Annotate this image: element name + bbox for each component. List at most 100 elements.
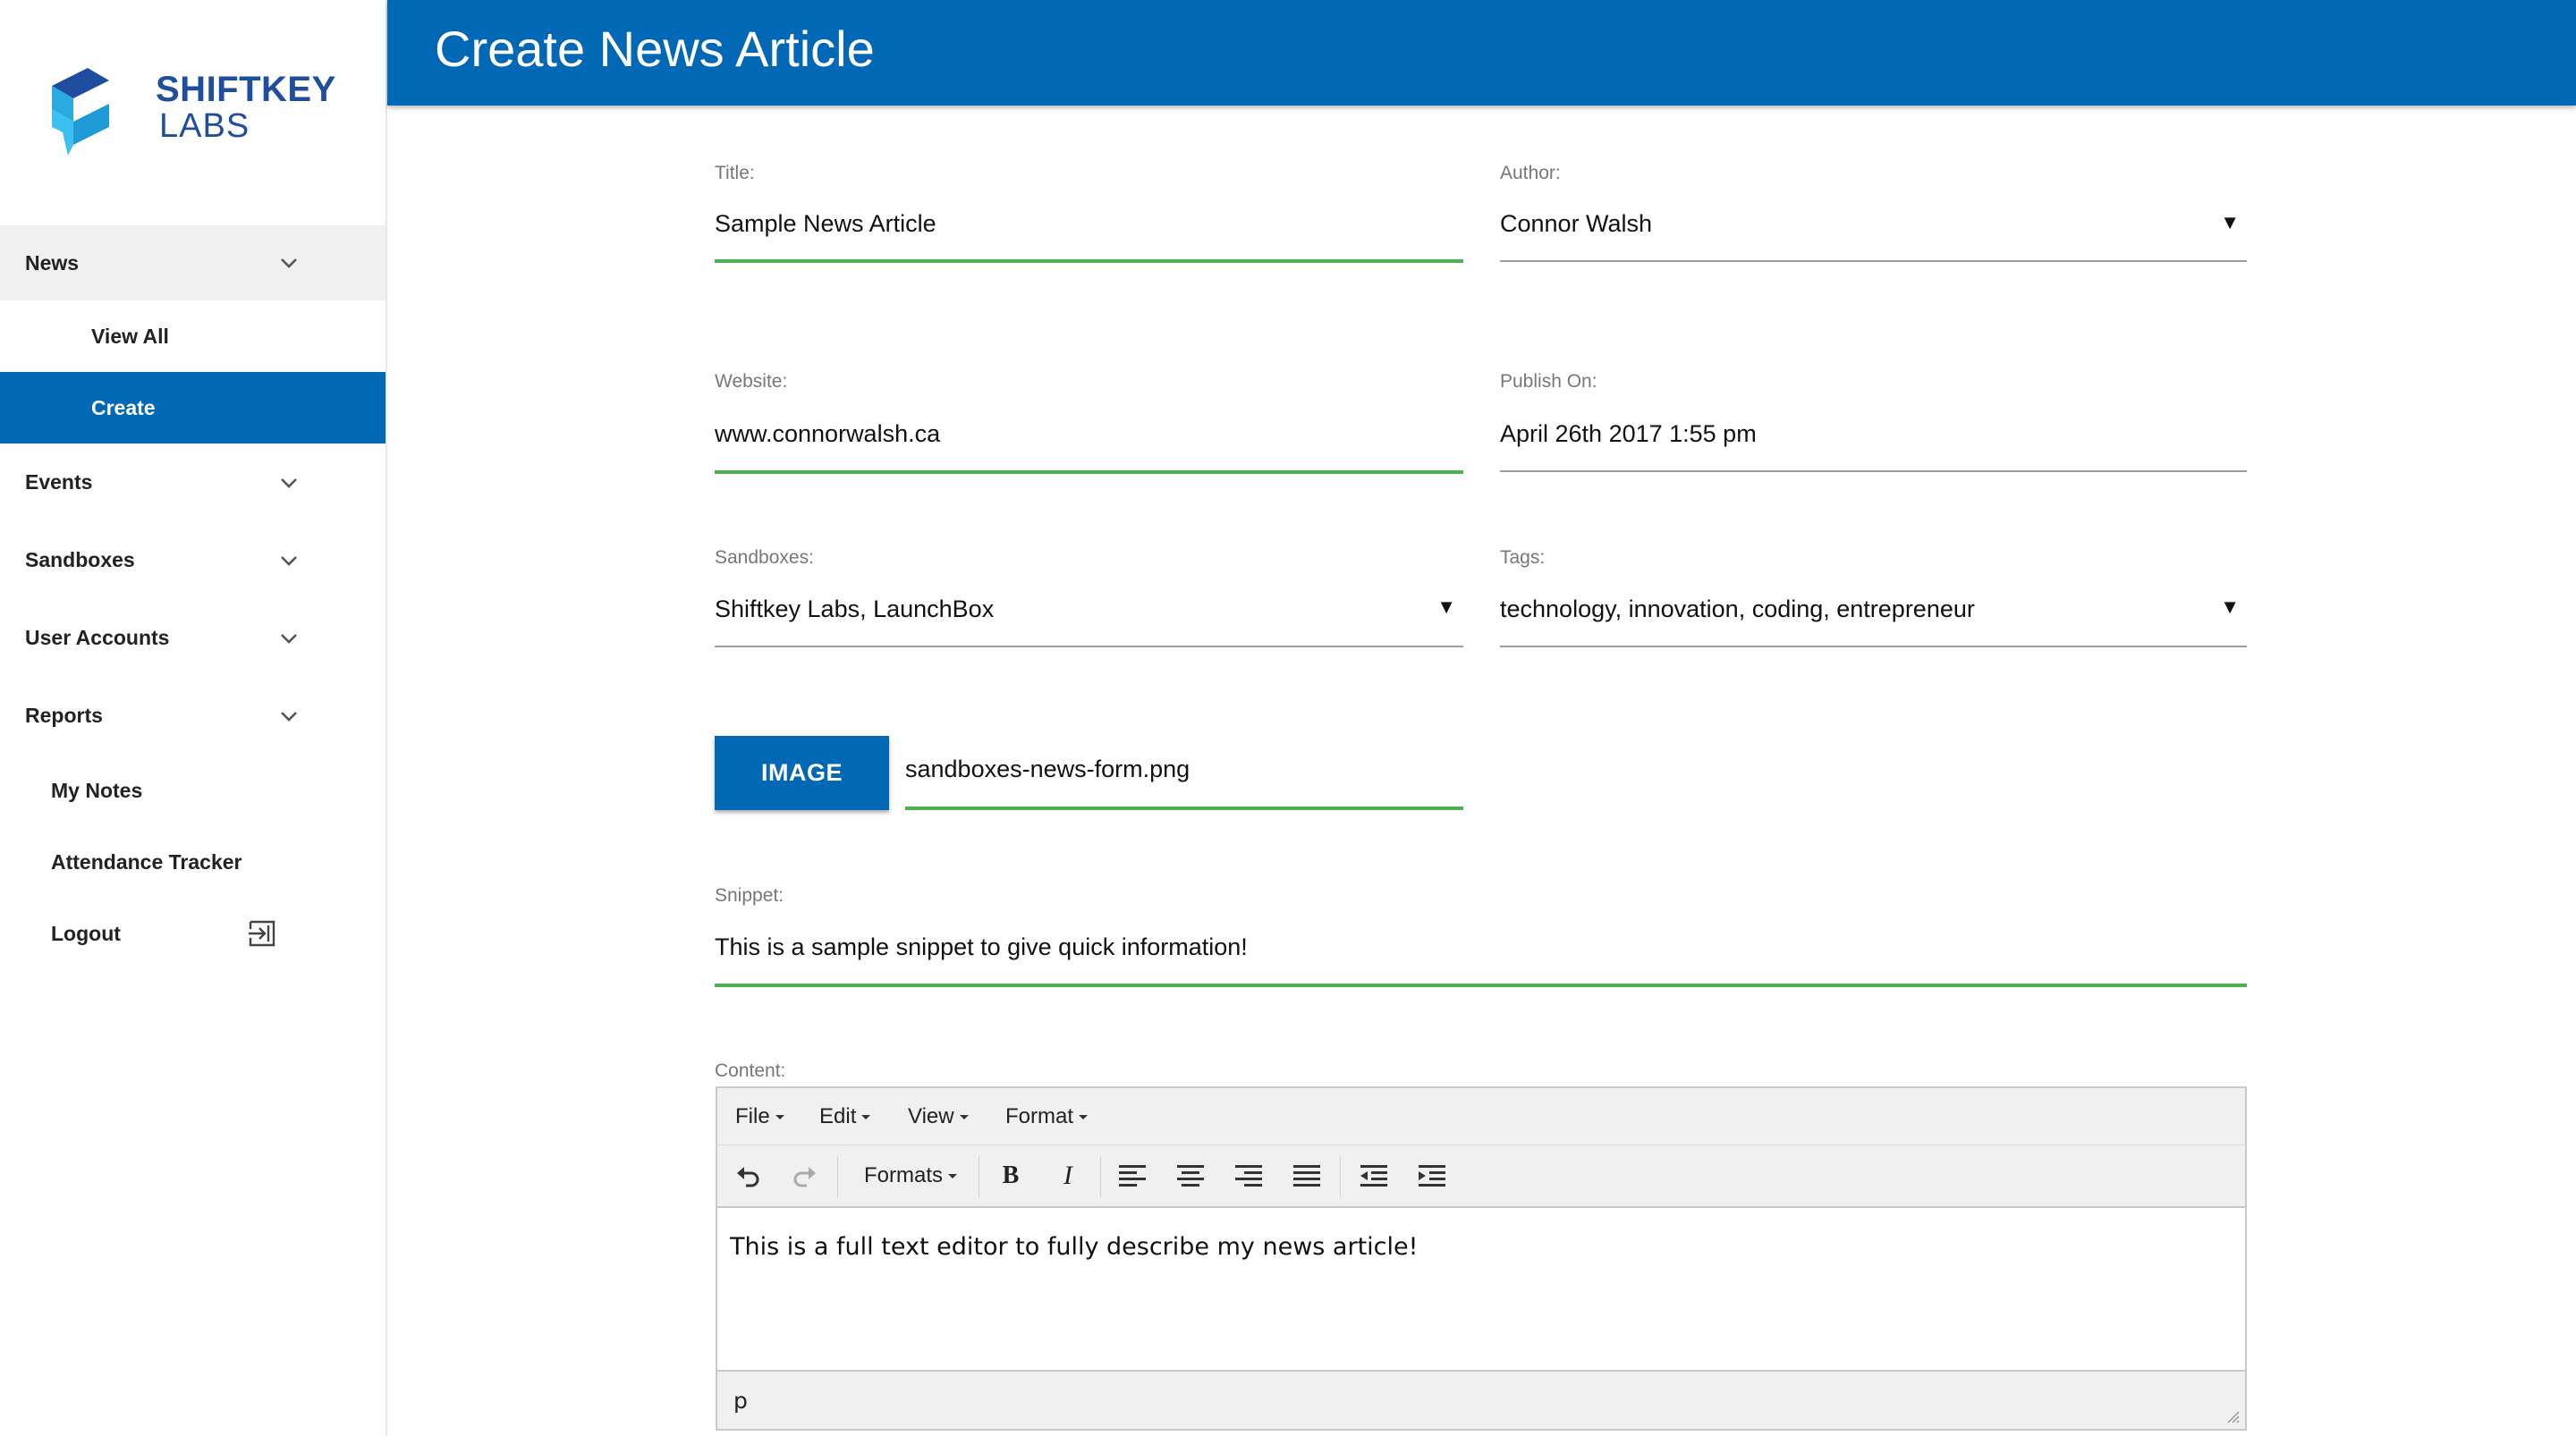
- image-filename-underline: [905, 807, 1463, 810]
- sidebar-item-label: Events: [25, 470, 93, 494]
- snippet-field[interactable]: Snippet: This is a sample snippet to giv…: [715, 885, 2247, 989]
- author-select[interactable]: Author: Connor Walsh ▼: [1500, 163, 2247, 265]
- brand-name: SHIFTKEY: [156, 70, 336, 109]
- resize-handle-icon[interactable]: [2224, 1407, 2240, 1423]
- sandboxes-underline: [715, 646, 1463, 647]
- editor-content-area[interactable]: This is a full text editor to fully desc…: [730, 1233, 1418, 1261]
- chevron-down-icon: [281, 477, 297, 488]
- caret-down-icon: [861, 1115, 871, 1120]
- sandboxes-label: Sandboxes:: [715, 547, 814, 568]
- undo-icon[interactable]: [732, 1160, 764, 1192]
- sidebar-item-label: Reports: [25, 704, 103, 727]
- sidebar-item-user-accounts[interactable]: User Accounts: [0, 599, 386, 677]
- content-label: Content:: [715, 1060, 786, 1081]
- caret-down-icon: [948, 1173, 957, 1178]
- menu-format-label: Format: [1005, 1104, 1074, 1128]
- bold-button[interactable]: B: [995, 1160, 1027, 1192]
- dropdown-arrow-icon[interactable]: ▼: [2220, 211, 2240, 234]
- page-header: Create News Article: [387, 0, 2576, 106]
- image-upload-button[interactable]: IMAGE: [715, 736, 889, 810]
- outdent-icon[interactable]: [1358, 1160, 1390, 1192]
- element-path[interactable]: p: [733, 1388, 748, 1414]
- author-label: Author:: [1500, 163, 1561, 183]
- sidebar-item-create[interactable]: Create: [0, 372, 386, 443]
- author-value[interactable]: Connor Walsh: [1500, 210, 1652, 238]
- snippet-underline: [715, 984, 2247, 987]
- title-underline: [715, 259, 1463, 263]
- sandboxes-value[interactable]: Shiftkey Labs, LaunchBox: [715, 596, 994, 623]
- editor-menubar: File Edit View Format: [717, 1088, 2245, 1145]
- author-underline: [1500, 260, 2247, 262]
- website-input[interactable]: www.connorwalsh.ca: [715, 420, 940, 448]
- title-input[interactable]: Sample News Article: [715, 210, 936, 238]
- website-underline: [715, 470, 1463, 474]
- title-field[interactable]: Title: Sample News Article: [715, 163, 1463, 265]
- sidebar-item-reports[interactable]: Reports: [0, 677, 386, 755]
- align-center-icon[interactable]: [1174, 1160, 1207, 1192]
- redo-icon[interactable]: [789, 1160, 821, 1192]
- website-field[interactable]: Website: www.connorwalsh.ca: [715, 371, 1463, 475]
- snippet-label: Snippet:: [715, 885, 784, 906]
- chevron-down-icon: [281, 555, 297, 566]
- sidebar-item-news[interactable]: News: [0, 225, 386, 300]
- publish-on-label: Publish On:: [1500, 371, 1597, 392]
- dropdown-arrow-icon[interactable]: ▼: [2220, 596, 2240, 619]
- snippet-input[interactable]: This is a sample snippet to give quick i…: [715, 933, 1248, 961]
- formats-dropdown[interactable]: Formats: [859, 1160, 962, 1192]
- tags-value[interactable]: technology, innovation, coding, entrepre…: [1500, 596, 1975, 623]
- toolbar-divider: [1100, 1156, 1101, 1197]
- sidebar-item-label: My Notes: [51, 778, 143, 802]
- chevron-down-icon: [281, 258, 297, 268]
- tags-select[interactable]: Tags: technology, innovation, coding, en…: [1500, 547, 2247, 649]
- tags-underline: [1500, 646, 2247, 647]
- sidebar-item-logout[interactable]: Logout: [0, 898, 386, 969]
- align-justify-icon[interactable]: [1291, 1160, 1323, 1192]
- logo-mark-icon: [52, 68, 109, 156]
- title-label: Title:: [715, 163, 755, 183]
- menu-file[interactable]: File: [735, 1104, 784, 1129]
- sidebar-item-label: Sandboxes: [25, 548, 135, 571]
- tags-label: Tags:: [1500, 547, 1546, 568]
- sidebar: SHIFTKEY LABS News View All Create Event…: [0, 0, 387, 1436]
- content-field-label: Content:: [715, 1060, 983, 1084]
- page-title: Create News Article: [435, 21, 875, 77]
- toolbar-divider: [837, 1156, 838, 1197]
- brand-subname: LABS: [159, 107, 250, 145]
- sidebar-item-label: Create: [91, 395, 156, 419]
- publish-on-input[interactable]: April 26th 2017 1:55 pm: [1500, 420, 1757, 448]
- toolbar-divider: [1340, 1156, 1341, 1197]
- sidebar-item-events[interactable]: Events: [0, 443, 386, 521]
- sidebar-item-label: User Accounts: [25, 626, 170, 649]
- publish-on-field[interactable]: Publish On: April 26th 2017 1:55 pm: [1500, 371, 2247, 475]
- brand-logo[interactable]: SHIFTKEY LABS: [52, 68, 335, 166]
- editor-toolbar: Formats B I: [717, 1145, 2245, 1208]
- dropdown-arrow-icon[interactable]: ▼: [1436, 596, 1456, 619]
- sidebar-item-my-notes[interactable]: My Notes: [0, 755, 386, 826]
- sidebar-item-label: News: [25, 250, 80, 275]
- sidebar-item-sandboxes[interactable]: Sandboxes: [0, 521, 386, 599]
- menu-file-label: File: [735, 1104, 770, 1128]
- sidebar-item-label: View All: [91, 324, 169, 348]
- website-label: Website:: [715, 371, 788, 392]
- logout-icon[interactable]: [247, 918, 277, 949]
- caret-down-icon: [1079, 1115, 1089, 1120]
- formats-label: Formats: [863, 1163, 943, 1187]
- sidebar-nav: News View All Create Events Sandboxes Us…: [0, 225, 386, 969]
- menu-format[interactable]: Format: [1005, 1104, 1089, 1129]
- sidebar-item-attendance-tracker[interactable]: Attendance Tracker: [0, 826, 386, 898]
- caret-down-icon: [775, 1115, 784, 1120]
- align-left-icon[interactable]: [1116, 1160, 1148, 1192]
- menu-edit-label: Edit: [819, 1104, 857, 1128]
- image-filename-field[interactable]: sandboxes-news-form.png: [905, 756, 1463, 811]
- menu-edit[interactable]: Edit: [819, 1104, 871, 1129]
- caret-down-icon: [959, 1115, 969, 1120]
- align-right-icon[interactable]: [1233, 1160, 1265, 1192]
- rich-text-editor[interactable]: File Edit View Format Formats B I This i…: [716, 1086, 2247, 1431]
- indent-icon[interactable]: [1416, 1160, 1448, 1192]
- publish-on-underline: [1500, 470, 2247, 472]
- menu-view[interactable]: View: [908, 1104, 969, 1129]
- sandboxes-select[interactable]: Sandboxes: Shiftkey Labs, LaunchBox ▼: [715, 547, 1463, 649]
- italic-button[interactable]: I: [1052, 1160, 1084, 1192]
- editor-statusbar: p: [717, 1370, 2245, 1429]
- sidebar-item-view-all[interactable]: View All: [0, 300, 386, 372]
